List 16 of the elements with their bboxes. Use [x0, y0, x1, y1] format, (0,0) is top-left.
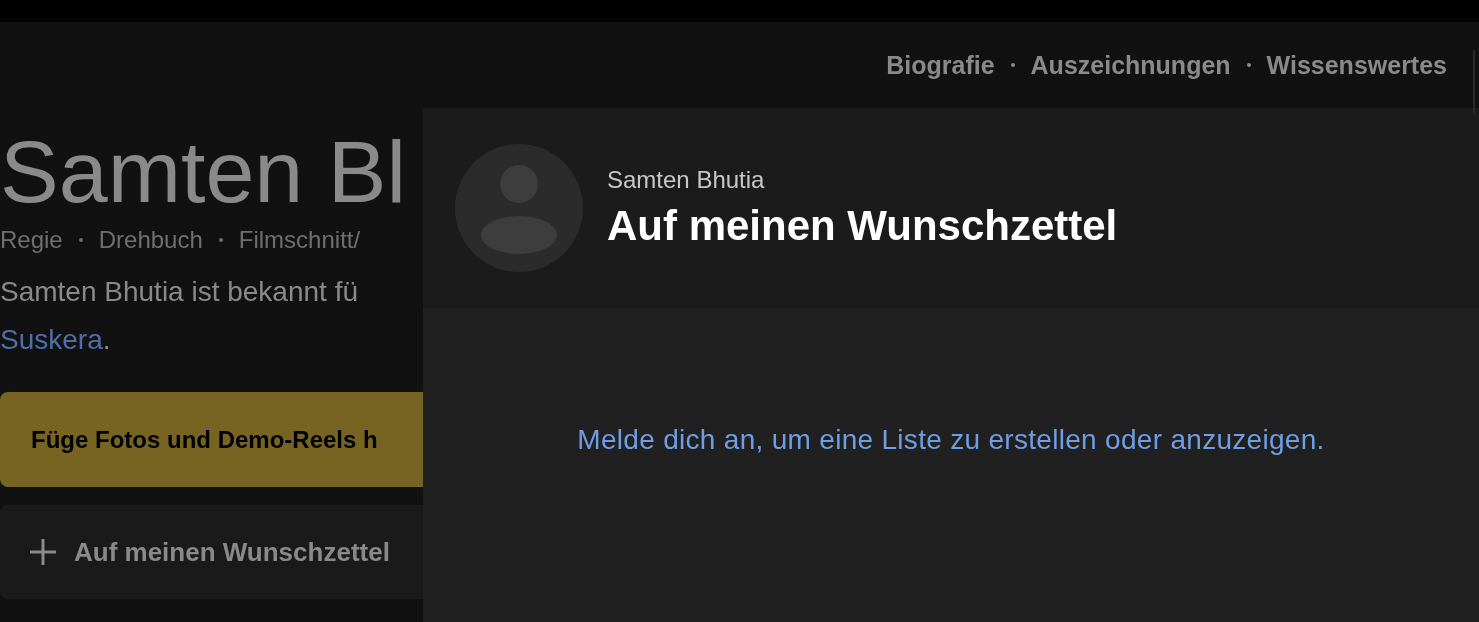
nav-link[interactable]: Biografie	[886, 50, 995, 80]
person-subtitle: Samten Bhutia	[607, 166, 766, 194]
dialog-title: Auf meinen Wunschzettel	[607, 202, 1118, 250]
role-label: Filmschnitt/	[238, 226, 361, 254]
bio-text: Samten Bhutia ist bekannt fü Suskera.	[0, 275, 359, 357]
sign-in-link[interactable]: Melde dich an, um eine Liste zu erstellen oder anzuzeigen.	[577, 424, 1325, 460]
add-media-button[interactable]: Füge Fotos und Demo-Reels h	[0, 392, 423, 487]
role-label: Regie	[0, 226, 63, 254]
person-name: Samten Bl	[0, 122, 407, 222]
plus-icon	[28, 537, 58, 567]
role-label: Drehbuch	[98, 226, 203, 254]
avatar-icon	[455, 144, 583, 272]
nav-link[interactable]: Auszeichnungen	[1030, 50, 1231, 80]
title-link[interactable]: Suskera	[0, 324, 103, 355]
nav-link[interactable]: Wissenswertes	[1266, 50, 1447, 80]
watchlist-button[interactable]: Auf meinen Wunschzettel	[0, 505, 423, 599]
